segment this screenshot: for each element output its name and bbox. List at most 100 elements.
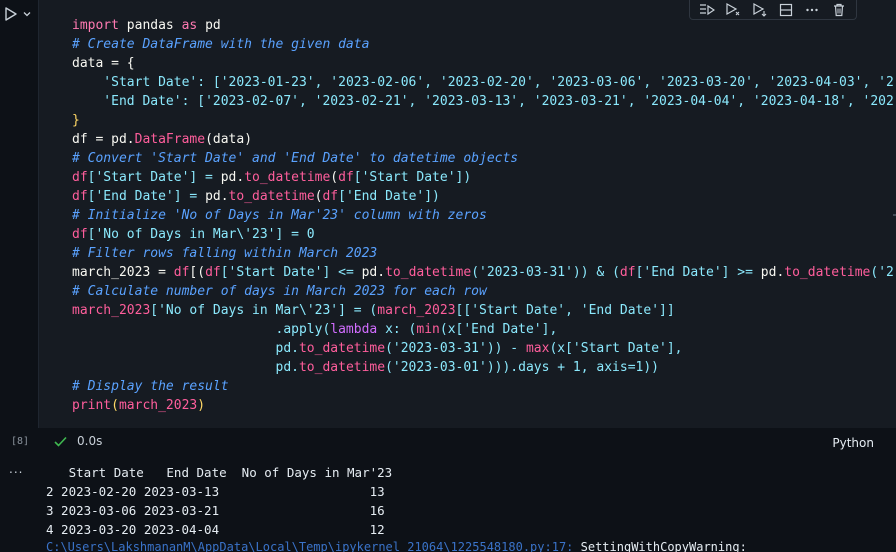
code-token: pd. xyxy=(220,170,245,185)
trash-icon xyxy=(833,3,844,16)
code-token: to_datetime xyxy=(784,265,871,280)
code-token: to_datetime xyxy=(385,265,472,280)
code-token: to_datetime xyxy=(228,189,315,204)
code-token: ['End Date']) xyxy=(338,189,440,204)
code-line[interactable]: .apply(lambda x: (min(x['End Date'], xyxy=(72,320,896,339)
code-token: ['End Date'] >= xyxy=(635,265,761,280)
code-token: ('2023-03-01'))).days + 1, axis=1)) xyxy=(385,360,660,375)
more-icon xyxy=(806,8,819,11)
code-line[interactable]: df['Start Date'] = pd.to_datetime(df['St… xyxy=(72,168,896,187)
code-token: march_2023 xyxy=(118,398,198,413)
play-icon xyxy=(5,7,17,21)
code-line[interactable]: 'End Date': ['2023-02-07', '2023-02-21',… xyxy=(72,92,896,111)
run-options-button[interactable] xyxy=(22,9,32,19)
code-line[interactable]: # Initialize 'No of Days in Mar'23' colu… xyxy=(72,206,896,225)
code-line[interactable]: march_2023['No of Days in Mar\'23'] = (m… xyxy=(72,301,896,320)
code-line[interactable]: data = { xyxy=(72,54,896,73)
code-token: 'End Date': [ xyxy=(72,94,206,109)
code-line[interactable]: df['No of Days in Mar\'23'] = 0 xyxy=(72,225,896,244)
warning-path-link[interactable]: C:\Users\LakshmananM\AppData\Local\Temp\… xyxy=(46,540,581,552)
code-line[interactable]: df['End Date'] = pd.to_datetime(df['End … xyxy=(72,187,896,206)
code-token: as xyxy=(181,18,198,33)
code-line[interactable]: 'Start Date': ['2023-01-23', '2023-02-06… xyxy=(72,73,896,92)
code-token: # Display the result xyxy=(72,379,229,394)
code-line[interactable]: # Filter rows falling within March 2023 xyxy=(72,244,896,263)
code-token: df xyxy=(72,170,88,185)
code-token: march_2023 xyxy=(72,303,151,318)
code-token: } xyxy=(72,113,80,128)
cell-output: Start Date End Date No of Days in Mar'23… xyxy=(46,463,392,539)
code-line[interactable]: pd.to_datetime('2023-03-01'))).days + 1,… xyxy=(72,358,896,377)
code-token: ['Start Date']) xyxy=(353,170,472,185)
code-line[interactable]: # Display the result xyxy=(72,377,896,396)
run-cell-button[interactable] xyxy=(4,6,18,22)
code-token: to_datetime xyxy=(298,360,386,375)
code-token: df xyxy=(173,265,190,280)
code-token: to_datetime xyxy=(244,170,331,185)
code-token: ['No of Days in Mar\'23'] = ( xyxy=(150,303,378,318)
code-token: pd xyxy=(197,18,221,33)
code-line[interactable]: march_2023 = df[(df['Start Date'] <= pd.… xyxy=(72,263,896,282)
code-token: import xyxy=(72,18,119,33)
code-token: ('2023-03-31')) - xyxy=(385,341,526,356)
code-token: ) xyxy=(197,398,206,413)
code-line[interactable]: df = pd.DataFrame(data) xyxy=(72,130,896,149)
code-token: ['End Date'] = xyxy=(87,189,206,204)
code-token: (x['Start Date'], xyxy=(549,341,683,356)
chevron-down-icon xyxy=(23,12,31,17)
code-token: df xyxy=(338,170,354,185)
code-token: (data) xyxy=(205,132,253,147)
output-header: Start Date End Date No of Days in Mar'23 xyxy=(46,465,393,480)
code-line[interactable]: # Convert 'Start Date' and 'End Date' to… xyxy=(72,149,896,168)
execution-status: 0.0s xyxy=(54,434,102,448)
code-token: # Convert 'Start Date' and 'End Date' to… xyxy=(72,151,519,166)
output-row: 4 2023-03-20 2023-04-04 12 xyxy=(46,522,385,537)
code-line[interactable]: import pandas as pd xyxy=(72,16,896,35)
output-row: 2 2023-02-20 2023-03-13 13 xyxy=(46,484,385,499)
code-token: # Create DataFrame with the given data xyxy=(72,37,370,52)
code-token: ['Start Date'] <= xyxy=(220,265,362,280)
code-token: data = { xyxy=(72,56,135,71)
code-token: df xyxy=(205,265,221,280)
code-token: x: ( xyxy=(377,322,417,337)
run-above-icon xyxy=(700,3,716,15)
code-token: pd. xyxy=(72,341,299,356)
code-token: pandas xyxy=(118,18,182,33)
code-line[interactable]: # Create DataFrame with the given data xyxy=(72,35,896,54)
code-line[interactable]: # Calculate number of days in March 2023… xyxy=(72,282,896,301)
kernel-language-button[interactable]: Python xyxy=(832,436,874,450)
code-token: pd. xyxy=(760,265,785,280)
code-token: df xyxy=(72,189,88,204)
code-line[interactable]: pd.to_datetime('2023-03-31')) - max(x['S… xyxy=(72,339,896,358)
run-controls xyxy=(4,6,32,22)
code-token: march_2023 = xyxy=(72,265,174,280)
code-token: [( xyxy=(189,265,206,280)
code-token: # Initialize 'No of Days in Mar'23' colu… xyxy=(72,208,487,223)
code-token: 'Start Date': [ xyxy=(72,75,221,90)
output-menu-icon[interactable]: ... xyxy=(9,462,23,476)
warning-line: C:\Users\LakshmananM\AppData\Local\Temp\… xyxy=(46,540,747,552)
code-token: ['No of Days in Mar\'23'] = 0 xyxy=(87,227,315,242)
code-token: .apply( xyxy=(72,322,331,337)
code-token: ['Start Date'] = xyxy=(87,170,221,185)
split-icon xyxy=(780,3,793,16)
code-editor[interactable]: import pandas as pd # Create DataFrame wi… xyxy=(72,16,896,415)
code-token: df xyxy=(322,189,339,204)
code-token: df xyxy=(619,265,636,280)
code-token: march_2023 xyxy=(377,303,456,318)
code-line[interactable]: } xyxy=(72,111,896,130)
code-token: df = pd. xyxy=(72,132,135,147)
code-token: ( xyxy=(330,170,339,185)
code-token: pd. xyxy=(361,265,386,280)
code-token: # Filter rows falling within March 2023 xyxy=(72,246,378,261)
code-token: pd. xyxy=(205,189,229,204)
run-below-icon xyxy=(726,2,740,15)
code-token: [['Start Date', 'End Date']] xyxy=(455,303,675,318)
code-token: ('2 xyxy=(870,265,894,280)
code-line[interactable]: print(march_2023) xyxy=(72,396,896,415)
code-token: (x['End Date'], xyxy=(439,322,558,337)
output-row: 3 2023-03-06 2023-03-21 16 xyxy=(46,503,385,518)
check-icon xyxy=(54,436,67,447)
code-token: print xyxy=(72,398,112,413)
code-token: max xyxy=(525,341,550,356)
